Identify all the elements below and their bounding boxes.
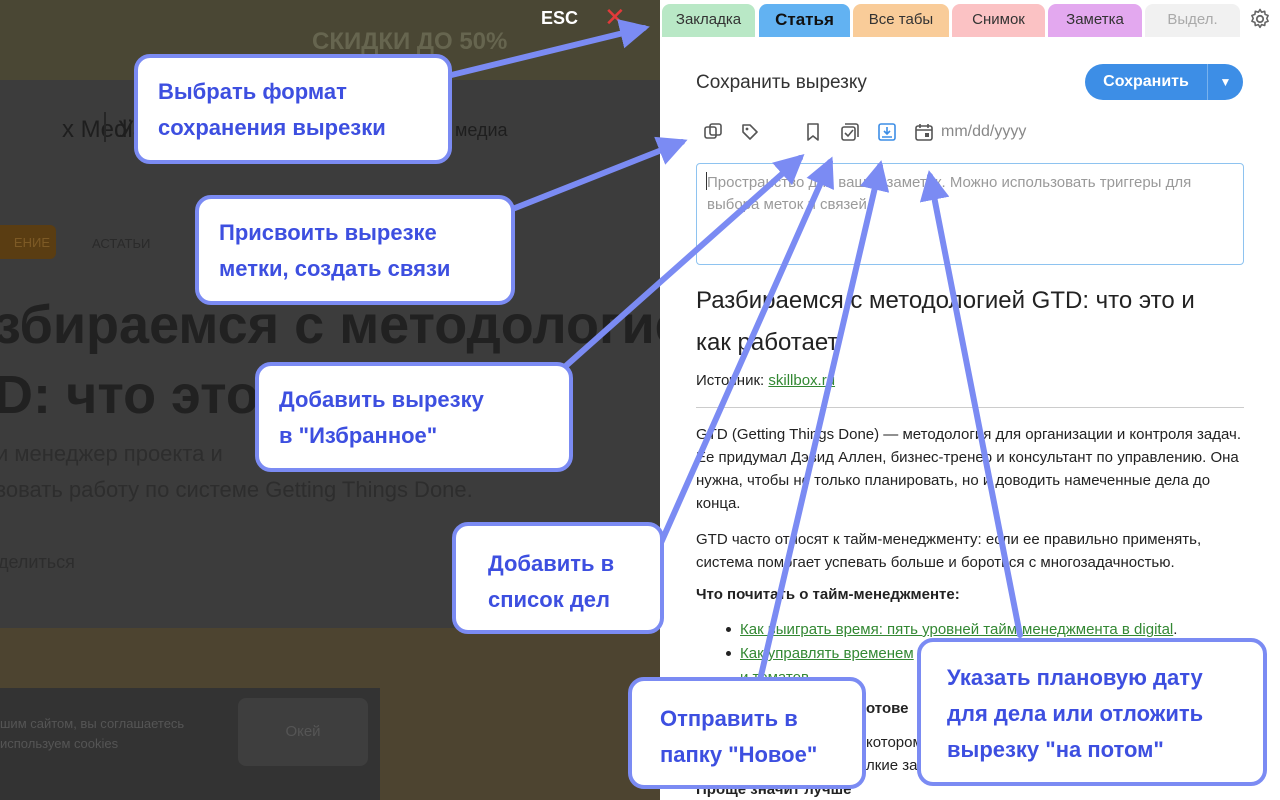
tag-icon[interactable] — [740, 122, 760, 142]
callout-tags: Присвоить вырезке метки, создать связи — [195, 195, 515, 305]
callout-line: список дел — [488, 587, 611, 612]
text-caret — [706, 172, 707, 190]
article-fragment: лкие за — [866, 757, 918, 774]
callout-line: вырезку "на потом" — [947, 737, 1164, 762]
panel-title: Сохранить вырезку — [696, 72, 867, 93]
format-tabs: Закладка Статья Все табы Снимок Заметка … — [660, 0, 1280, 38]
tab-note[interactable]: Заметка — [1048, 4, 1142, 37]
article-subheading: Что почитать о тайм-менеджменте: — [696, 586, 960, 603]
esc-hint: ESC — [541, 8, 579, 28]
list-item-end: . — [1173, 621, 1178, 638]
share-link: делиться — [0, 552, 75, 572]
tab-article[interactable]: Статья — [759, 4, 850, 37]
category-tag: ЕНИЕ — [0, 225, 56, 259]
cookie-ok-button: Окей — [238, 698, 368, 766]
callout-line: в "Избранное" — [279, 423, 438, 448]
tab-snapshot[interactable]: Снимок — [952, 4, 1045, 37]
category-link: АСТАТЬИ — [92, 236, 151, 251]
save-button[interactable]: Сохранить — [1085, 64, 1207, 100]
article-title: Разбираемся с методологией GTD: что это … — [696, 287, 1195, 356]
callout-line: папку "Новое" — [660, 742, 818, 767]
source-link[interactable]: skillbox.ru — [768, 372, 835, 389]
callout-date: Указать плановую дату для дела или отлож… — [917, 638, 1267, 786]
list-link[interactable]: Как управлять временем — [740, 645, 914, 662]
cookie-text: шим сайтом, вы соглашаетесь используем c… — [0, 714, 184, 754]
article-paragraph: GTD часто относят к тайм-менеджменту: ес… — [696, 531, 1202, 571]
tab-all-tabs[interactable]: Все табы — [853, 4, 949, 37]
article-source: Источник: skillbox.ru — [696, 372, 835, 389]
tab-selection[interactable]: Выдел. — [1145, 4, 1240, 37]
inbox-icon[interactable] — [877, 122, 897, 142]
relations-icon[interactable] — [703, 122, 723, 142]
date-input[interactable]: mm/dd/yyyy — [941, 123, 1026, 141]
promo-text: СКИДКИ ДО 50% — [312, 28, 508, 55]
calendar-icon[interactable] — [914, 122, 934, 142]
callout-line: для дела или отложить — [947, 701, 1204, 726]
brand-divider — [104, 112, 106, 142]
close-icon[interactable]: ✕ — [604, 4, 626, 30]
background-lead-line: зовать работу по системе Getting Things … — [0, 477, 473, 502]
callout-line: метки, создать связи — [219, 256, 451, 281]
cookie-line: шим сайтом, вы соглашаетесь — [0, 716, 185, 731]
callout-new-folder: Отправить в папку "Новое" — [628, 677, 866, 789]
callout-favorite: Добавить вырезку в "Избранное" — [255, 362, 573, 472]
article-fragment: отове — [866, 700, 909, 717]
article-paragraph: GTD (Getting Things Done) — методология … — [696, 426, 1242, 512]
bullet — [726, 651, 731, 656]
cookie-line: используем cookies — [0, 736, 119, 751]
callout-format: Выбрать формат сохранения вырезки — [134, 54, 452, 164]
bookmark-icon[interactable] — [803, 122, 823, 142]
callout-line: Выбрать формат — [158, 79, 347, 104]
callout-todo: Добавить в список дел — [452, 522, 664, 634]
divider — [696, 407, 1244, 408]
chevron-down-icon[interactable]: ▼ — [1208, 64, 1243, 100]
save-button-group: Сохранить ▼ — [1085, 64, 1243, 100]
callout-line: Присвоить вырезке — [219, 220, 437, 245]
notes-textarea[interactable]: Пространство для ваших заметок. Можно ис… — [696, 163, 1244, 265]
brand-fragment: У — [118, 116, 134, 143]
list-link[interactable]: Как выиграть время: пять уровней тайм-ме… — [740, 621, 1173, 638]
article-fragment: котором — [866, 734, 923, 751]
tab-bookmark[interactable]: Закладка — [662, 4, 755, 37]
callout-line: сохранения вырезки — [158, 115, 386, 140]
callout-line: Отправить в — [660, 706, 798, 731]
callout-line: Добавить в — [488, 551, 615, 576]
callout-line: Указать плановую дату — [947, 665, 1203, 690]
source-label: Источник: — [696, 372, 765, 389]
callout-line: Добавить вырезку — [279, 387, 484, 412]
gear-icon[interactable] — [1248, 7, 1272, 31]
bullet — [726, 627, 731, 632]
todo-list-icon[interactable] — [840, 122, 860, 142]
